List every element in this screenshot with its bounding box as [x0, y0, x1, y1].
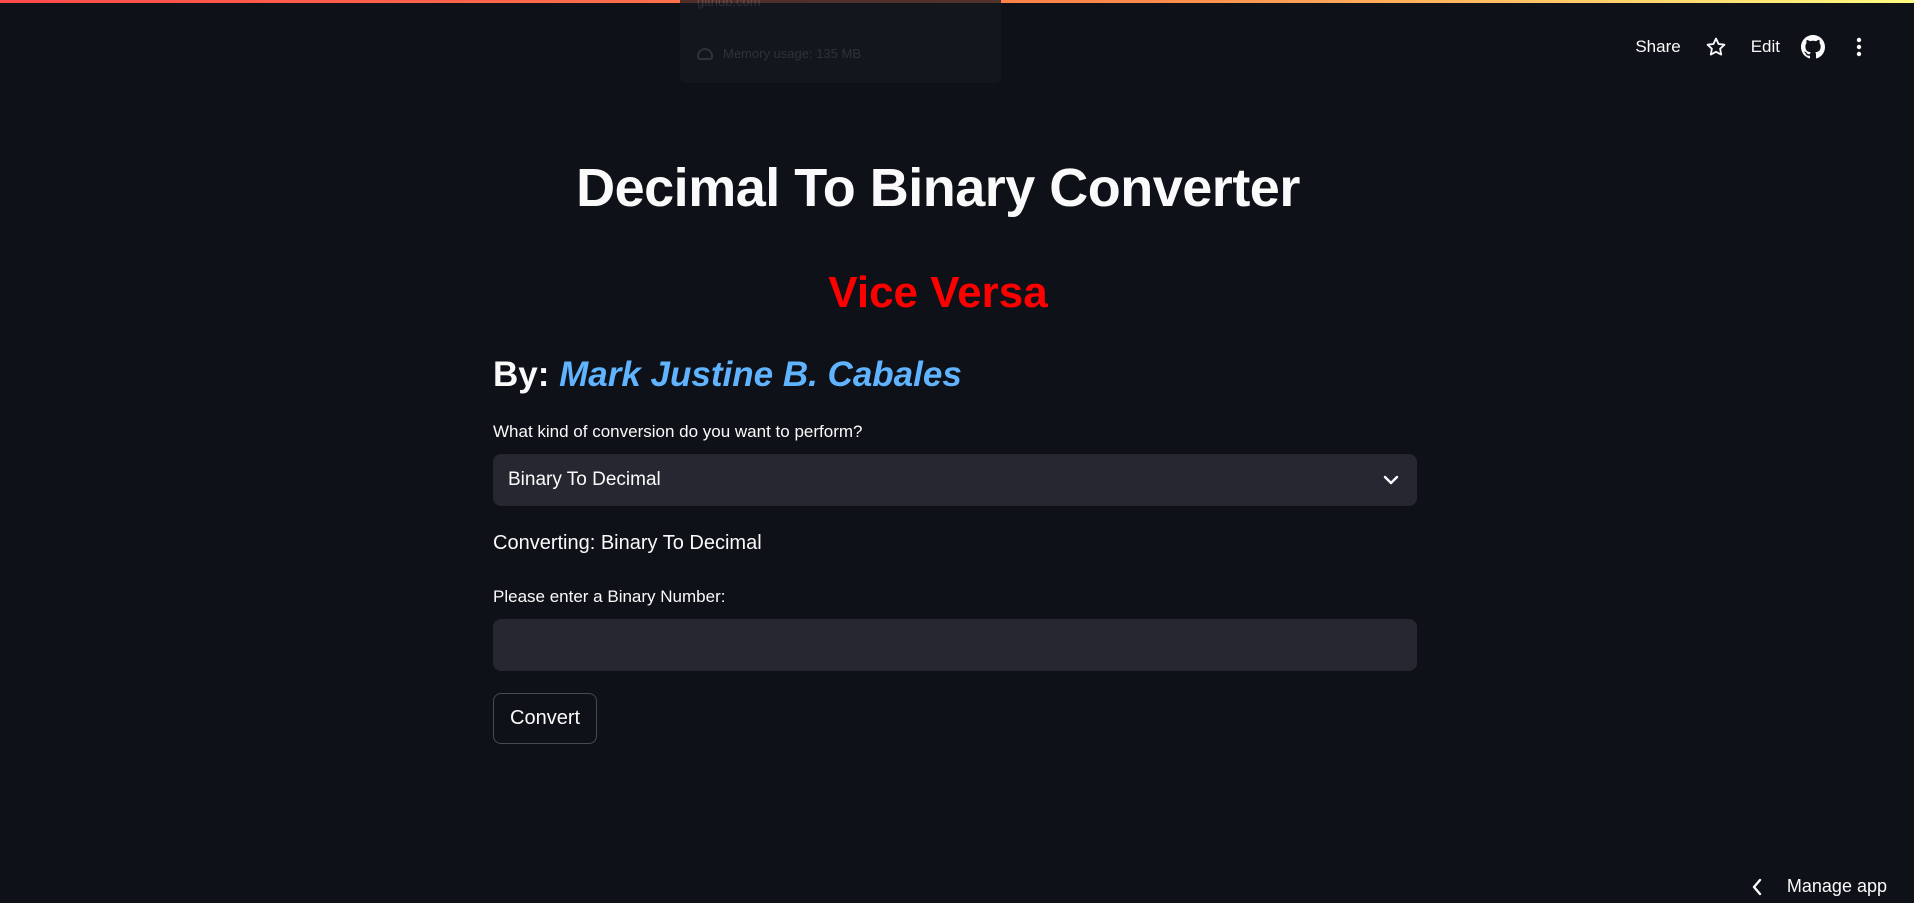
share-button[interactable]: Share: [1629, 37, 1686, 57]
edit-button[interactable]: Edit: [1745, 37, 1786, 57]
background-tooltip: github.com Memory usage: 135 MB: [680, 0, 1001, 83]
manage-app-button[interactable]: Manage app: [1751, 876, 1887, 897]
tooltip-memory-row: Memory usage: 135 MB: [697, 46, 861, 61]
conversion-label: What kind of conversion do you want to p…: [493, 422, 863, 441]
star-icon[interactable]: [1701, 32, 1731, 62]
binary-input-label: Please enter a Binary Number:: [493, 587, 726, 606]
tooltip-memory-text: Memory usage: 135 MB: [723, 46, 862, 61]
author-name: Mark Justine B. Cabales: [559, 355, 962, 394]
byline: By: Mark Justine B. Cabales: [493, 350, 962, 400]
kebab-menu-icon[interactable]: [1844, 32, 1874, 62]
chevron-down-icon[interactable]: [1380, 469, 1402, 491]
byline-prefix: By:: [493, 355, 560, 394]
conversion-select[interactable]: Binary To Decimal: [493, 454, 1417, 506]
convert-button[interactable]: Convert: [493, 693, 598, 744]
page-subtitle: Vice Versa: [828, 268, 1048, 317]
github-icon[interactable]: [1798, 32, 1828, 62]
chevron-left-icon: [1751, 877, 1765, 897]
manage-app-label: Manage app: [1786, 876, 1887, 896]
app-toolbar: Share Edit: [1629, 30, 1874, 64]
conversion-selected-value: Binary To Decimal: [508, 469, 661, 490]
conversion-status: Converting: Binary To Decimal: [493, 532, 762, 554]
page-title: Decimal To Binary Converter: [576, 158, 1300, 218]
binary-number-input[interactable]: [493, 619, 1417, 671]
gauge-icon: [697, 47, 713, 60]
tooltip-source-text: github.com: [697, 0, 761, 9]
